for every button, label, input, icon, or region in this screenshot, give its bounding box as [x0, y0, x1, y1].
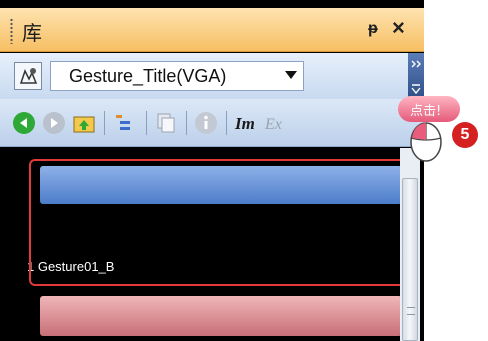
- gesture-hand-icon[interactable]: [14, 62, 42, 90]
- svg-text:Ex: Ex: [264, 116, 282, 133]
- gesture-item-tile[interactable]: [40, 296, 402, 336]
- folder-up-icon[interactable]: [72, 111, 96, 135]
- pin-button[interactable]: ᵽ: [368, 20, 378, 38]
- toolbar-overflow-button[interactable]: [408, 53, 424, 99]
- library-panel: 库 ᵽ × Gesture_Title(VGA) Im Ex 1 Gesture…: [0, 0, 424, 341]
- library-select[interactable]: Gesture_Title(VGA): [50, 61, 304, 91]
- panel-title: 库: [22, 21, 42, 45]
- grip-icon: [407, 307, 415, 315]
- scrollbar[interactable]: [400, 148, 420, 341]
- toolbar-separator: [186, 111, 187, 135]
- toolbar-separator: [226, 111, 227, 135]
- selection-highlight: [29, 159, 411, 286]
- library-select-row: Gesture_Title(VGA): [0, 53, 424, 99]
- step-number-badge: 5: [452, 122, 478, 148]
- title-bar[interactable]: 库 ᵽ ×: [0, 8, 424, 52]
- close-button[interactable]: ×: [392, 15, 405, 41]
- svg-text:Im: Im: [234, 114, 255, 133]
- copy-icon[interactable]: [154, 111, 178, 135]
- library-content: 1 Gesture01_B: [0, 148, 424, 341]
- library-select-value: Gesture_Title(VGA): [69, 66, 227, 86]
- info-icon[interactable]: [194, 111, 218, 135]
- mouse-icon: [410, 122, 442, 162]
- scroll-thumb[interactable]: [402, 178, 418, 341]
- drag-grip-icon[interactable]: [10, 18, 13, 44]
- toolbar: Im Ex: [0, 99, 424, 147]
- chevron-down-icon[interactable]: [285, 71, 297, 79]
- toolbar-separator: [146, 111, 147, 135]
- back-icon[interactable]: [12, 111, 36, 135]
- list-view-icon[interactable]: [112, 111, 136, 135]
- forward-icon[interactable]: [42, 111, 66, 135]
- ex-icon[interactable]: Ex: [264, 111, 288, 135]
- toolbar-separator: [104, 111, 105, 135]
- im-icon[interactable]: Im: [234, 111, 258, 135]
